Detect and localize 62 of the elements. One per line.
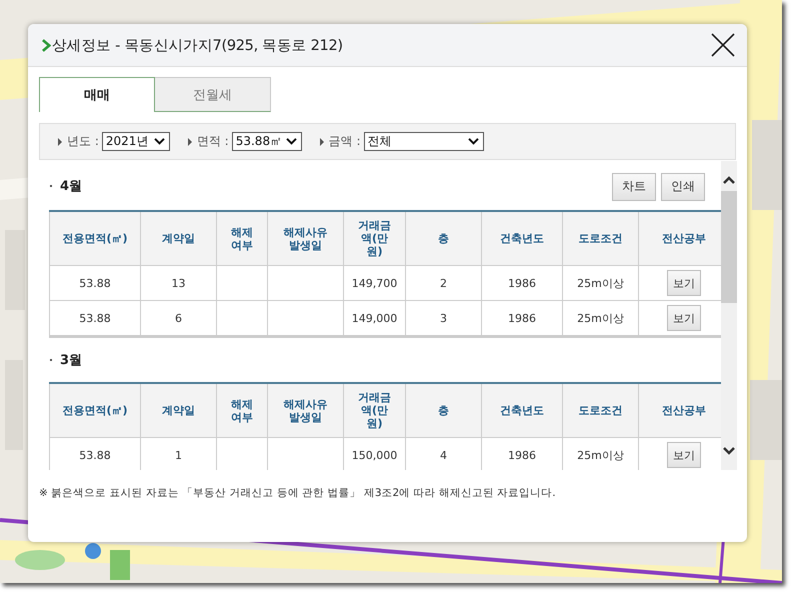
dropdown[interactable]: 전체 [364, 132, 484, 151]
column-header: 전용면적(㎡) [62, 404, 128, 417]
column-header: 해제 여부 [230, 226, 254, 252]
view-button[interactable]: 보기 [667, 442, 701, 468]
section-heading: 3월 [60, 352, 82, 369]
column-header: 해제사유 발생일 [282, 398, 328, 424]
chevron-icon [42, 38, 51, 52]
table-cell: 3 [440, 312, 447, 324]
column-header: 해제 여부 [230, 398, 254, 424]
action-button[interactable]: 차트 [612, 172, 656, 200]
view-button[interactable]: 보기 [667, 305, 701, 331]
column-header: 해제사유 발생일 [282, 226, 328, 252]
filter-label: 금액 : [328, 133, 361, 150]
table-cell: 1986 [508, 448, 536, 462]
table-cell: 1 [175, 448, 182, 462]
table-cell: 1986 [508, 312, 536, 324]
triangle-icon [320, 138, 324, 146]
footnote: ※ 붉은색으로 표시된 자료는 「부동산 거래신고 등에 관한 법률」 제3조2에 따라 해제신고된 자료입니다. [39, 486, 557, 500]
triangle-icon [58, 138, 62, 146]
table-cell: 13 [172, 276, 186, 290]
dropdown[interactable]: 53.88㎡ [232, 132, 302, 151]
scrollbar[interactable] [721, 161, 737, 470]
column-header: 도로조건 [578, 232, 622, 245]
table-cell: 2 [440, 276, 447, 290]
column-header: 거래금액(만원) [356, 219, 392, 258]
column-header: 건축년도 [500, 232, 544, 245]
table-cell: 53.88 [79, 312, 111, 324]
column-header: 도로조건 [578, 404, 622, 417]
dropdown[interactable]: 2021년 [102, 132, 170, 151]
table-cell: 1986 [508, 276, 536, 290]
column-header: 전용면적(㎡) [62, 232, 128, 245]
column-header: 건축년도 [500, 404, 544, 417]
section-heading: 4월 [60, 178, 82, 194]
column-header: 층 [438, 232, 449, 245]
table-cell: 53.88 [79, 276, 111, 290]
tab[interactable]: 매매 [39, 77, 155, 112]
table-cell: 149,700 [352, 276, 398, 290]
table-cell: 150,000 [352, 448, 398, 462]
table-cell: 25m이상 [577, 312, 624, 324]
column-header: 거래금액(만원) [356, 391, 392, 430]
column-header: 전산공부 [662, 232, 706, 245]
column-header: 층 [438, 404, 449, 417]
caret-icon [152, 137, 166, 146]
action-button[interactable]: 인쇄 [661, 172, 705, 200]
table-cell: 6 [175, 312, 182, 324]
dialog-title: 상세정보 - 목동신시가지7(925, 목동로 212) [52, 36, 343, 54]
filter-label: 면적 : [196, 133, 229, 150]
column-header: 계약일 [162, 232, 195, 245]
close-button[interactable] [709, 31, 737, 59]
table-cell: 25m이상 [577, 448, 624, 462]
view-button[interactable]: 보기 [667, 270, 701, 296]
table-cell: 53.88 [79, 448, 111, 462]
caret-icon [284, 137, 298, 146]
table-cell: 4 [440, 448, 447, 462]
filter-label: 년도 : [67, 133, 99, 150]
caret-icon [466, 137, 480, 146]
column-header: 계약일 [162, 404, 195, 417]
triangle-icon [188, 138, 192, 146]
column-header: 전산공부 [662, 404, 706, 417]
tab[interactable]: 전월세 [155, 77, 271, 112]
table-cell: 25m이상 [577, 276, 624, 290]
table-cell: 149,000 [352, 312, 398, 324]
